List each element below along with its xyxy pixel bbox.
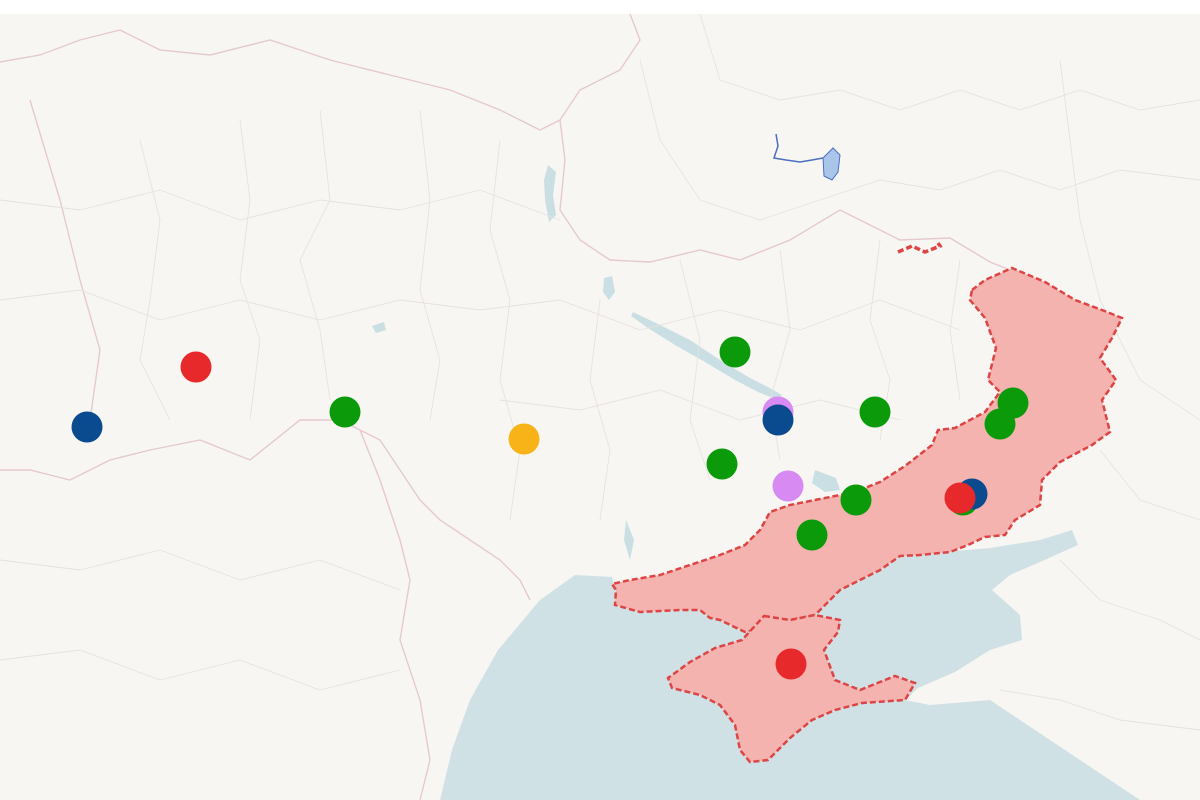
marker-navy[interactable]	[72, 412, 103, 443]
marker-green[interactable]	[797, 520, 828, 551]
marker-green[interactable]	[860, 397, 891, 428]
marker-green[interactable]	[841, 485, 872, 516]
map-viewport[interactable]	[0, 0, 1200, 800]
marker-navy[interactable]	[763, 405, 794, 436]
marker-green[interactable]	[330, 397, 361, 428]
marker-red[interactable]	[181, 352, 212, 383]
map-canvas[interactable]	[0, 0, 1200, 800]
marker-red[interactable]	[776, 649, 807, 680]
marker-green[interactable]	[985, 409, 1016, 440]
marker-violet[interactable]	[773, 471, 804, 502]
marker-green[interactable]	[720, 337, 751, 368]
marker-red[interactable]	[945, 483, 976, 514]
marker-green[interactable]	[707, 449, 738, 480]
marker-orange[interactable]	[509, 424, 540, 455]
